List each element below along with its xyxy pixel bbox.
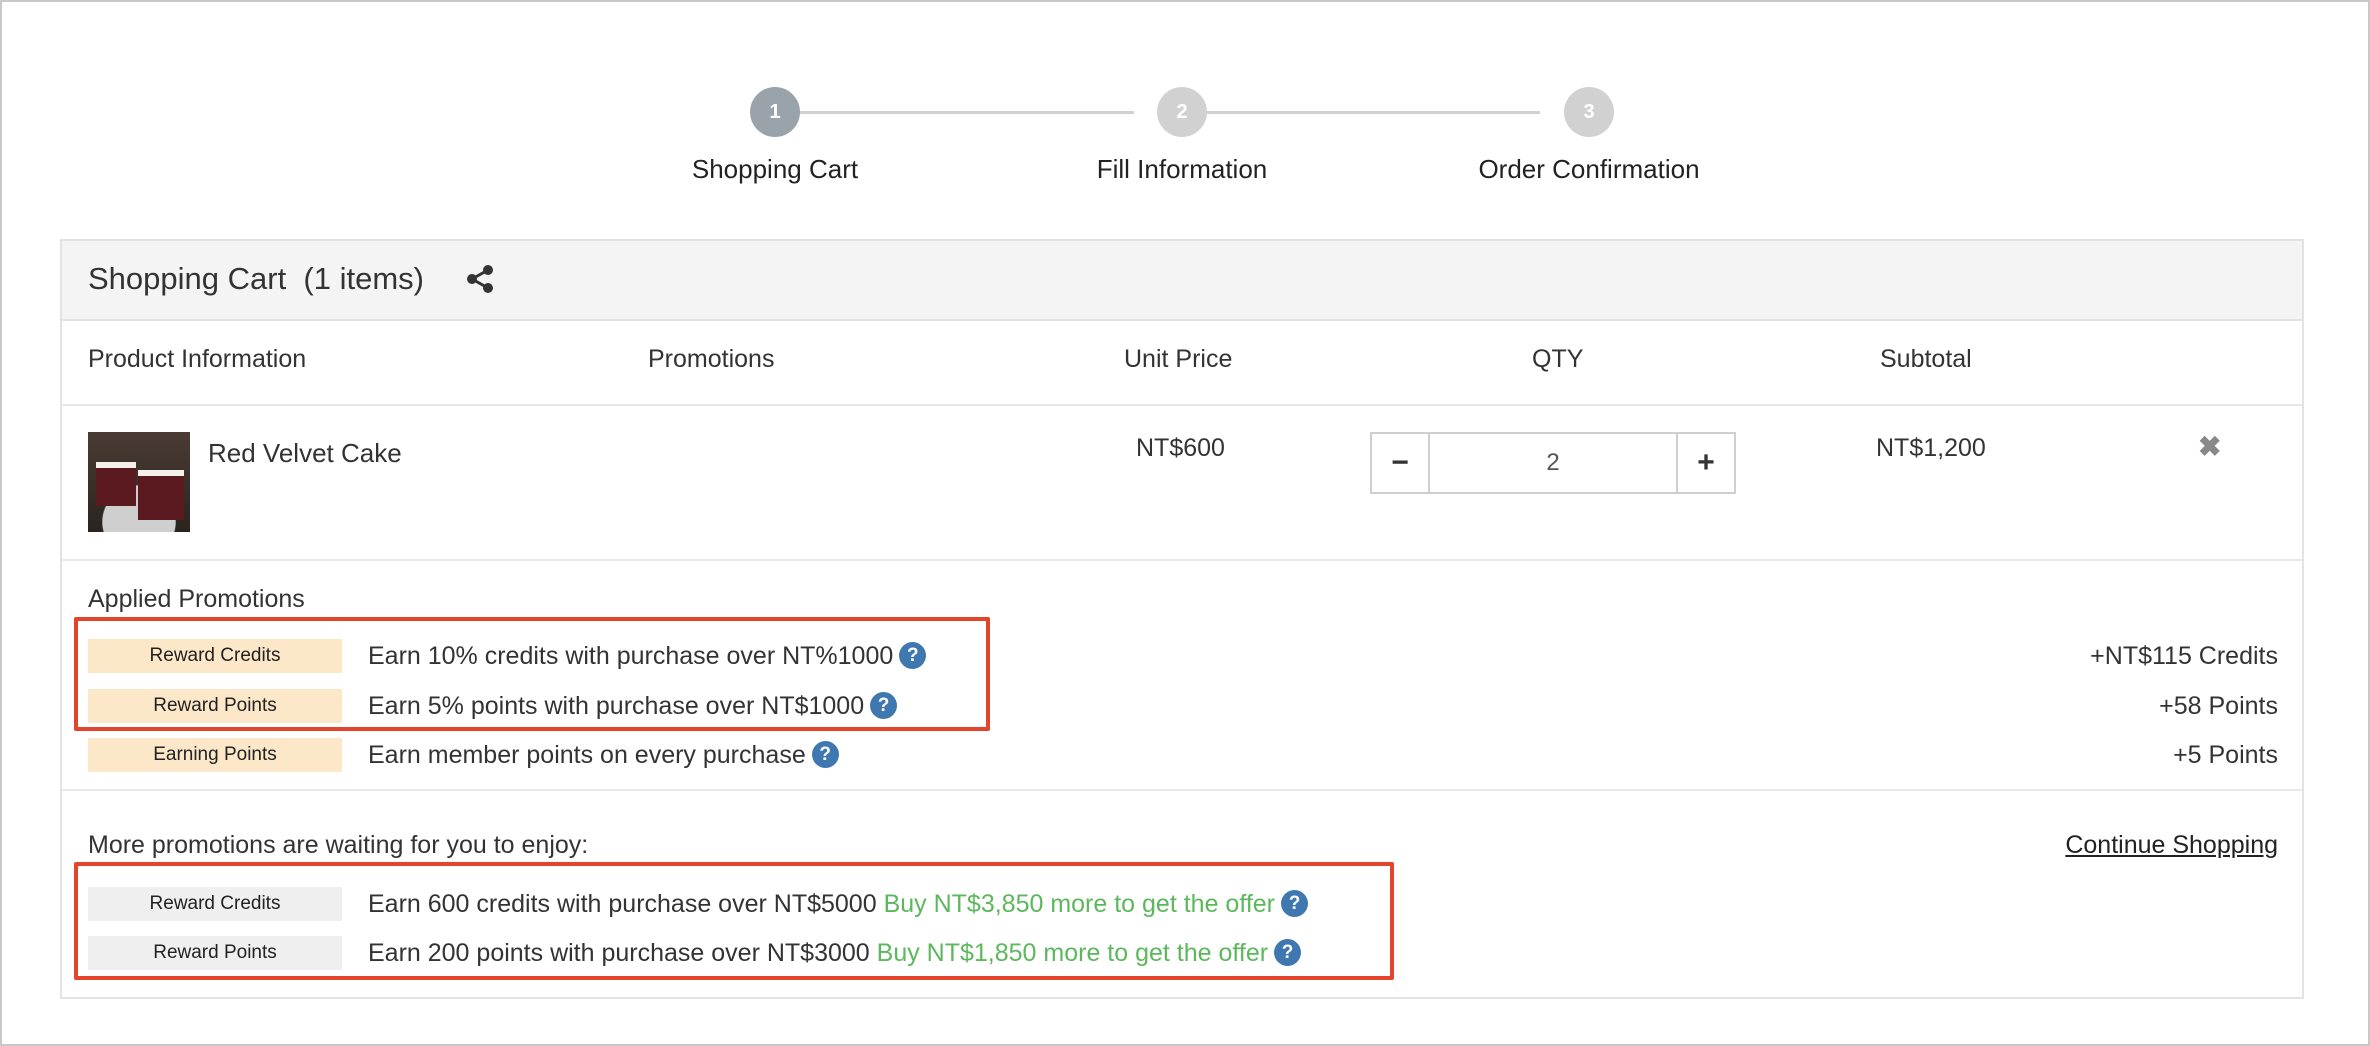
continue-shopping-link[interactable]: Continue Shopping [2065,831,2278,860]
step-3-circle: 3 [1564,87,1614,137]
step-2-circle: 2 [1157,87,1207,137]
step-1-circle: 1 [750,87,800,137]
promo-description: Earn member points on every purchase? [368,738,839,772]
col-header-product: Product Information [88,345,307,373]
unit-price: NT$600 [1136,434,1225,462]
applied-promotions-title: Applied Promotions [88,585,305,613]
checkout-stepper: 1 2 3 Shopping Cart Fill Information Ord… [2,2,2370,202]
item-subtotal: NT$1,200 [1876,434,1986,462]
cart-title: Shopping Cart (1 items) [88,261,424,297]
step-1-label: Shopping Cart [691,154,859,184]
quantity-stepper: − + [1370,432,1736,494]
cart-title-text: Shopping Cart [88,261,287,296]
promo-value: +NT$115 Credits [2090,642,2278,670]
cake-slice-graphic [96,462,136,506]
promo-value: +58 Points [2159,692,2278,720]
remove-item-icon[interactable]: ✖ [2198,430,2221,463]
share-icon[interactable] [464,263,496,295]
applied-promotion-row: Earning Points Earn member points on eve… [88,738,2278,772]
col-header-qty: QTY [1532,345,1584,373]
highlight-box-more [74,862,1394,980]
cart-column-headers: Product Information Promotions Unit Pric… [62,321,2302,406]
more-promotions-title: More promotions are waiting for you to e… [88,831,589,859]
increment-button[interactable]: + [1676,432,1736,494]
help-icon[interactable]: ? [811,740,839,768]
col-header-unit-price: Unit Price [1124,345,1233,373]
step-3-label: Order Confirmation [1478,154,1700,184]
col-header-promotions: Promotions [648,345,775,373]
step-2-label: Fill Information [1096,154,1268,184]
cart-item-count: (1 items) [303,261,424,296]
product-name[interactable]: Red Velvet Cake [208,438,402,469]
quantity-input[interactable] [1430,432,1676,494]
promo-badge: Earning Points [88,738,342,772]
cart-header: Shopping Cart (1 items) [62,241,2302,321]
cake-slice-graphic [138,470,184,520]
product-thumbnail[interactable] [88,432,190,532]
stepper-connector [1206,111,1540,114]
cart-item-row: Red Velvet Cake NT$600 − + NT$1,200 ✖ [62,406,2302,561]
promo-value: +5 Points [2173,741,2278,769]
promo-text: Earn member points on every purchase [368,741,806,769]
highlight-box-applied [74,617,990,731]
stepper-connector [800,111,1134,114]
decrement-button[interactable]: − [1370,432,1430,494]
col-header-subtotal: Subtotal [1880,345,1972,373]
